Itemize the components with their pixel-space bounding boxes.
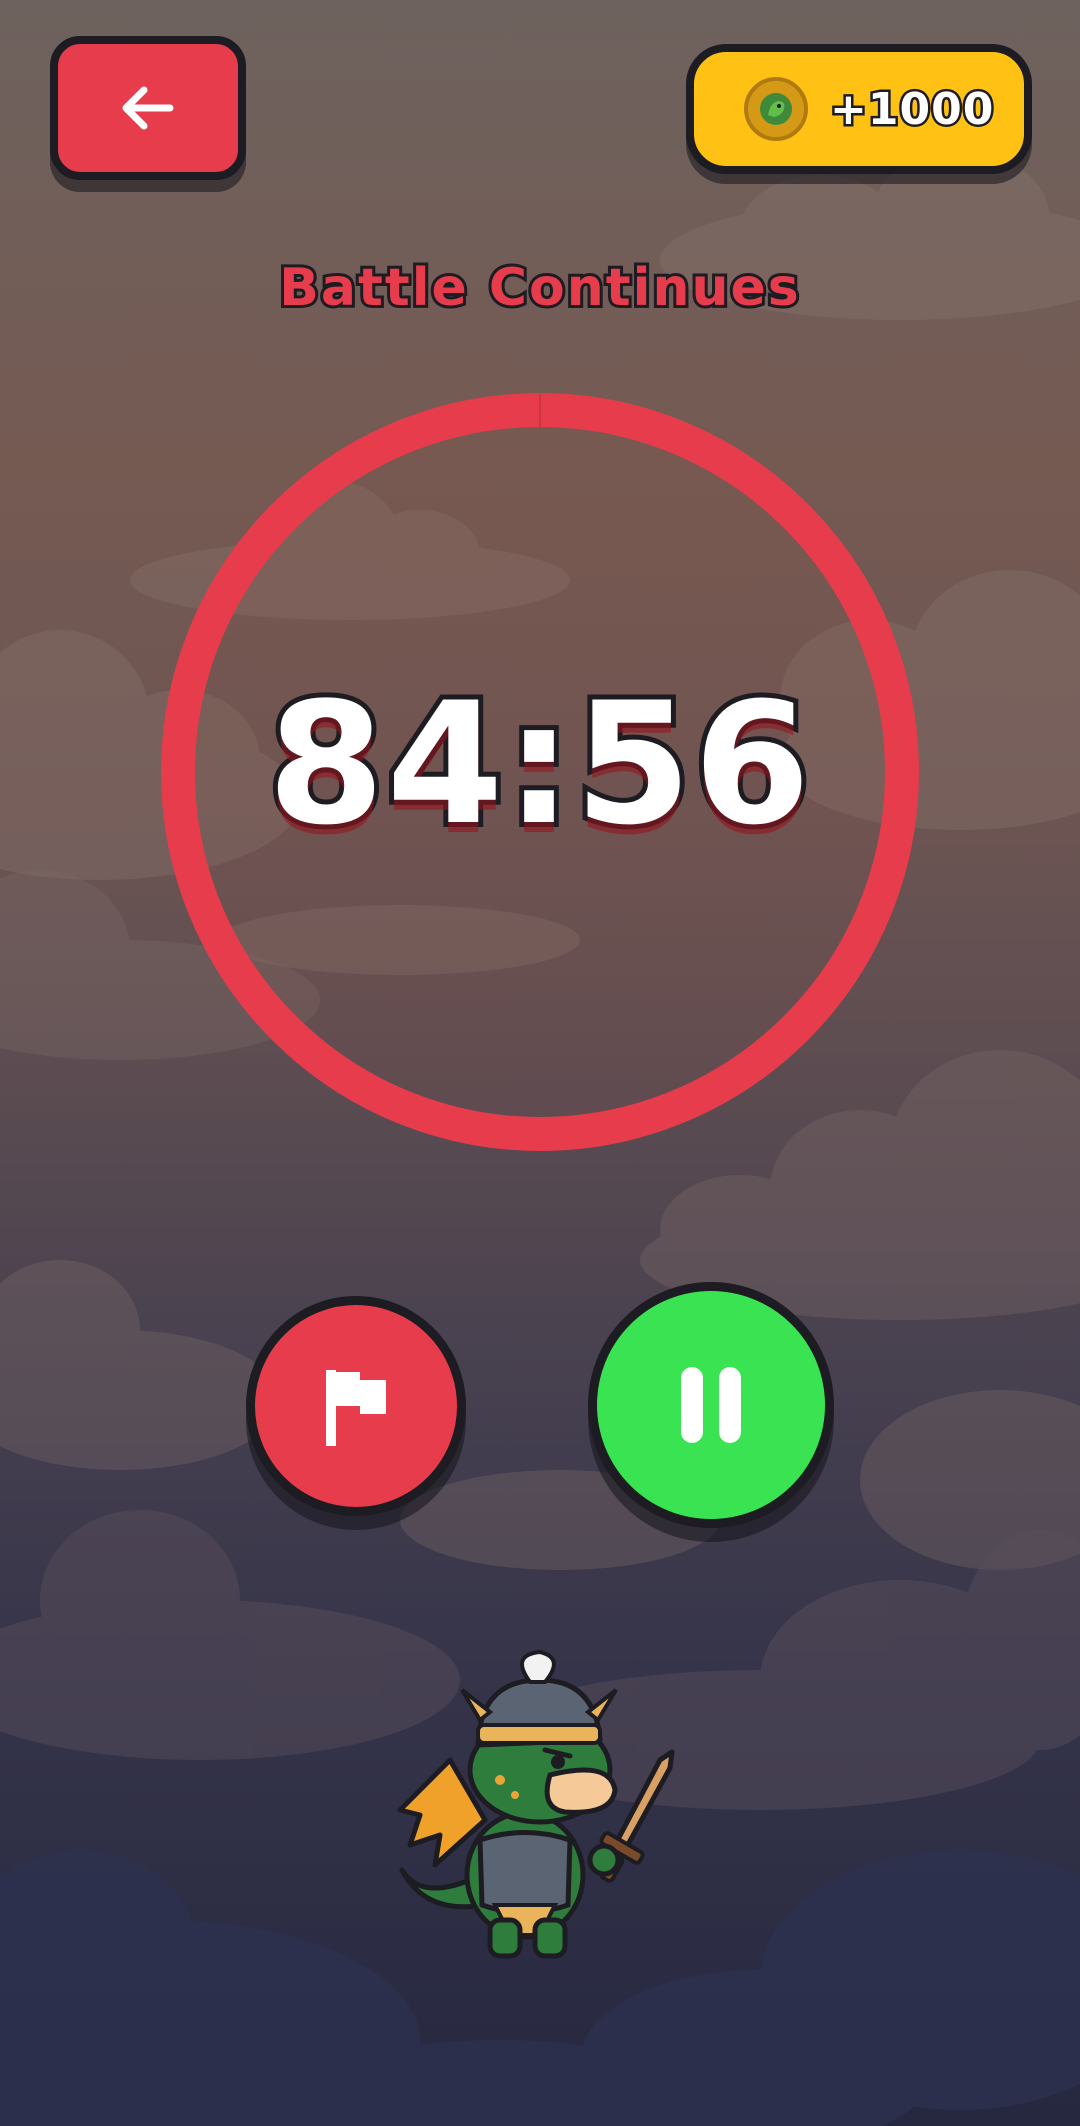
arrow-left-icon — [122, 86, 174, 130]
page-title: Battle Continues — [276, 255, 801, 321]
pause-button[interactable] — [588, 1282, 834, 1528]
surrender-flag-button[interactable] — [246, 1296, 466, 1516]
coin-balance-badge: +1000 — [686, 44, 1032, 174]
flag-icon — [326, 1370, 386, 1446]
knight-dragon-mascot — [397, 1650, 675, 1959]
dragon-coin-icon — [744, 77, 808, 141]
back-button[interactable] — [50, 36, 246, 180]
coin-balance-label: +1000 — [827, 81, 995, 137]
timer-display: 84:56 — [263, 666, 816, 862]
pause-icon — [681, 1367, 741, 1443]
